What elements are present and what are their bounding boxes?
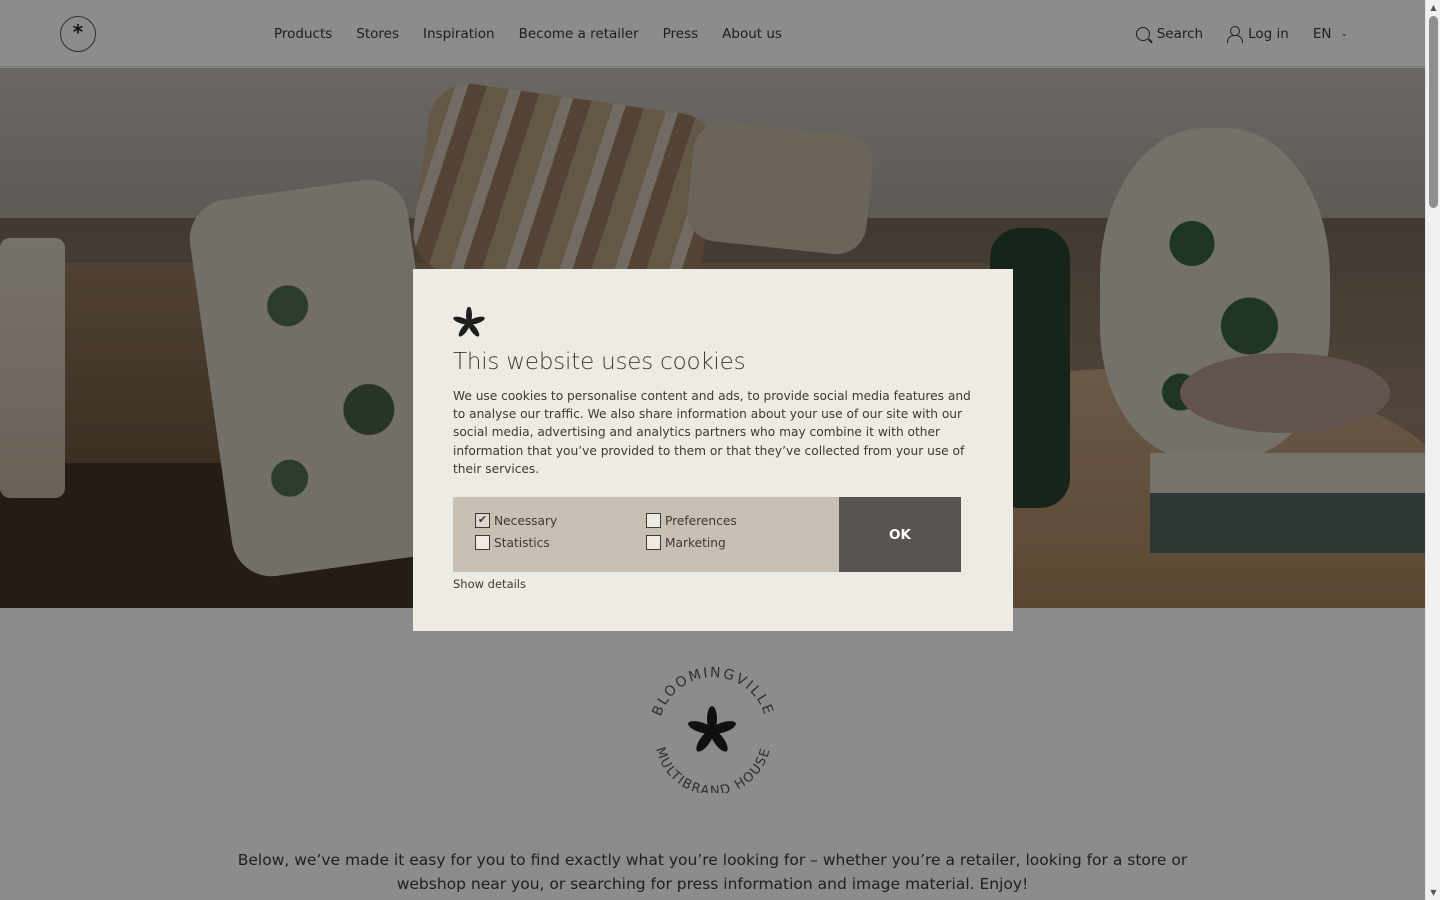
marketing-option[interactable]: Marketing — [646, 535, 726, 550]
marketing-label: Marketing — [665, 535, 726, 550]
cookie-options-panel: ✔ Necessary Preferences Statistics Marke… — [453, 497, 839, 572]
necessary-label: Necessary — [494, 513, 558, 528]
scroll-up-arrow-icon[interactable]: ▲ — [1429, 3, 1438, 12]
statistics-option[interactable]: Statistics — [475, 535, 550, 550]
necessary-checkbox[interactable]: ✔ — [475, 513, 490, 528]
cookie-dialog: This website uses cookies We use cookies… — [413, 269, 1013, 631]
preferences-label: Preferences — [665, 513, 737, 528]
preferences-checkbox[interactable] — [646, 513, 661, 528]
scroll-down-arrow-icon[interactable]: ▼ — [1429, 888, 1438, 897]
show-details-link[interactable]: Show details — [453, 577, 526, 591]
ok-button[interactable]: OK — [839, 497, 961, 572]
asterisk-icon — [453, 307, 485, 337]
cookie-title: This website uses cookies — [453, 349, 746, 375]
statistics-checkbox[interactable] — [475, 535, 490, 550]
marketing-checkbox[interactable] — [646, 535, 661, 550]
page: * Products Stores Inspiration Become a r… — [0, 0, 1425, 900]
preferences-option[interactable]: Preferences — [646, 513, 737, 528]
scroll-thumb[interactable] — [1429, 16, 1438, 208]
statistics-label: Statistics — [494, 535, 550, 550]
cookie-description: We use cookies to personalise content an… — [453, 389, 971, 476]
vertical-scrollbar[interactable]: ▲ ▼ — [1425, 0, 1440, 900]
necessary-option[interactable]: ✔ Necessary — [475, 513, 557, 528]
